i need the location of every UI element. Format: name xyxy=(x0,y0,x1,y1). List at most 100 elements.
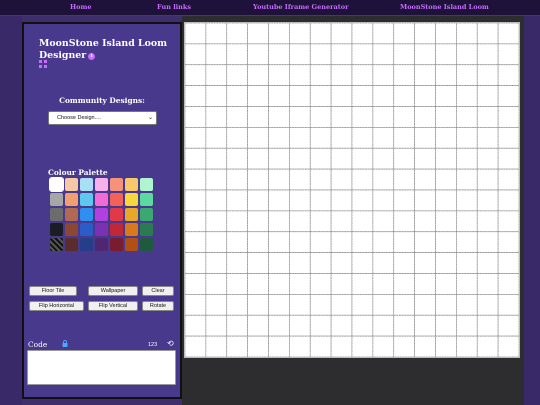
grid-cell[interactable] xyxy=(268,189,290,212)
grid-cell[interactable] xyxy=(393,64,415,86)
grid-cell[interactable] xyxy=(351,43,374,66)
grid-cell[interactable] xyxy=(351,168,374,191)
grid-cell[interactable] xyxy=(289,64,311,86)
grid-cell[interactable] xyxy=(414,189,436,212)
grid-cell[interactable] xyxy=(247,210,269,233)
grid-cell[interactable] xyxy=(414,147,436,170)
grid-cell[interactable] xyxy=(435,273,457,295)
colour-swatch[interactable] xyxy=(125,178,138,191)
colour-swatch[interactable] xyxy=(110,193,123,206)
grid-cell[interactable] xyxy=(414,23,436,45)
grid-cell[interactable] xyxy=(185,85,207,107)
grid-cell[interactable] xyxy=(330,210,353,233)
grid-cell[interactable] xyxy=(497,127,519,149)
grid-cell[interactable] xyxy=(372,168,395,191)
grid-cell[interactable] xyxy=(268,43,290,66)
grid-cell[interactable] xyxy=(351,23,374,45)
grid-cell[interactable] xyxy=(497,85,519,107)
grid-cell[interactable] xyxy=(309,273,332,295)
grid-cell[interactable] xyxy=(351,335,374,357)
colour-swatch[interactable] xyxy=(110,178,123,191)
grid-cell[interactable] xyxy=(476,127,499,149)
grid-cell[interactable] xyxy=(476,43,499,66)
grid-cell[interactable] xyxy=(351,210,374,233)
grid-cell[interactable] xyxy=(497,64,519,86)
grid-cell[interactable] xyxy=(351,294,374,316)
grid-cell[interactable] xyxy=(476,252,499,274)
colour-swatch[interactable] xyxy=(125,238,138,251)
grid-cell[interactable] xyxy=(497,210,519,233)
grid-cell[interactable] xyxy=(414,168,436,191)
grid-cell[interactable] xyxy=(268,106,290,128)
grid-cell[interactable] xyxy=(247,147,269,170)
grid-cell[interactable] xyxy=(309,106,332,128)
grid-cell[interactable] xyxy=(205,231,228,253)
grid-cell[interactable] xyxy=(309,147,332,170)
grid-cell[interactable] xyxy=(456,127,478,149)
grid-cell[interactable] xyxy=(330,189,353,212)
grid-cell[interactable] xyxy=(372,147,395,170)
grid-cell[interactable] xyxy=(185,127,207,149)
code-textarea[interactable] xyxy=(27,350,176,385)
swatch-transparent[interactable] xyxy=(50,238,63,251)
grid-cell[interactable] xyxy=(414,43,436,66)
grid-cell[interactable] xyxy=(309,294,332,316)
grid-cell[interactable] xyxy=(414,106,436,128)
grid-cell[interactable] xyxy=(185,252,207,274)
grid-cell[interactable] xyxy=(476,231,499,253)
grid-cell[interactable] xyxy=(247,252,269,274)
grid-cell[interactable] xyxy=(205,106,228,128)
colour-swatch[interactable] xyxy=(65,208,78,221)
colour-swatch[interactable] xyxy=(80,178,93,191)
grid-cell[interactable] xyxy=(372,189,395,212)
grid-cell[interactable] xyxy=(309,85,332,107)
grid-cell[interactable] xyxy=(309,23,332,45)
grid-cell[interactable] xyxy=(330,252,353,274)
grid-cell[interactable] xyxy=(372,43,395,66)
grid-cell[interactable] xyxy=(351,64,374,86)
grid-cell[interactable] xyxy=(476,168,499,191)
grid-cell[interactable] xyxy=(330,231,353,253)
colour-swatch[interactable] xyxy=(80,223,93,236)
grid-cell[interactable] xyxy=(393,252,415,274)
grid-cell[interactable] xyxy=(247,314,269,337)
colour-swatch[interactable] xyxy=(140,178,153,191)
grid-cell[interactable] xyxy=(226,273,248,295)
grid-cell[interactable] xyxy=(289,231,311,253)
colour-swatch[interactable] xyxy=(95,178,108,191)
grid-cell[interactable] xyxy=(226,294,248,316)
grid-cell[interactable] xyxy=(205,252,228,274)
grid-cell[interactable] xyxy=(435,43,457,66)
grid-cell[interactable] xyxy=(435,127,457,149)
grid-cell[interactable] xyxy=(351,106,374,128)
grid-cell[interactable] xyxy=(393,335,415,357)
grid-cell[interactable] xyxy=(247,64,269,86)
grid-cell[interactable] xyxy=(226,252,248,274)
grid-cell[interactable] xyxy=(497,335,519,357)
grid-cell[interactable] xyxy=(185,335,207,357)
grid-cell[interactable] xyxy=(393,273,415,295)
grid-cell[interactable] xyxy=(226,106,248,128)
grid-cell[interactable] xyxy=(351,85,374,107)
colour-swatch[interactable] xyxy=(140,208,153,221)
grid-cell[interactable] xyxy=(247,43,269,66)
colour-swatch[interactable] xyxy=(50,223,63,236)
grid-cell[interactable] xyxy=(393,23,415,45)
colour-swatch[interactable] xyxy=(140,223,153,236)
grid-cell[interactable] xyxy=(351,231,374,253)
colour-swatch[interactable] xyxy=(65,193,78,206)
clear-button[interactable]: Clear xyxy=(142,286,174,296)
colour-swatch[interactable] xyxy=(125,208,138,221)
grid-cell[interactable] xyxy=(289,23,311,45)
grid-cell[interactable] xyxy=(247,127,269,149)
grid-cell[interactable] xyxy=(414,85,436,107)
grid-cell[interactable] xyxy=(268,23,290,45)
grid-cell[interactable] xyxy=(476,314,499,337)
grid-cell[interactable] xyxy=(247,294,269,316)
grid-cell[interactable] xyxy=(456,85,478,107)
grid-cell[interactable] xyxy=(226,23,248,45)
grid-cell[interactable] xyxy=(414,294,436,316)
grid-cell[interactable] xyxy=(205,127,228,149)
grid-cell[interactable] xyxy=(185,43,207,66)
grid-cell[interactable] xyxy=(456,210,478,233)
